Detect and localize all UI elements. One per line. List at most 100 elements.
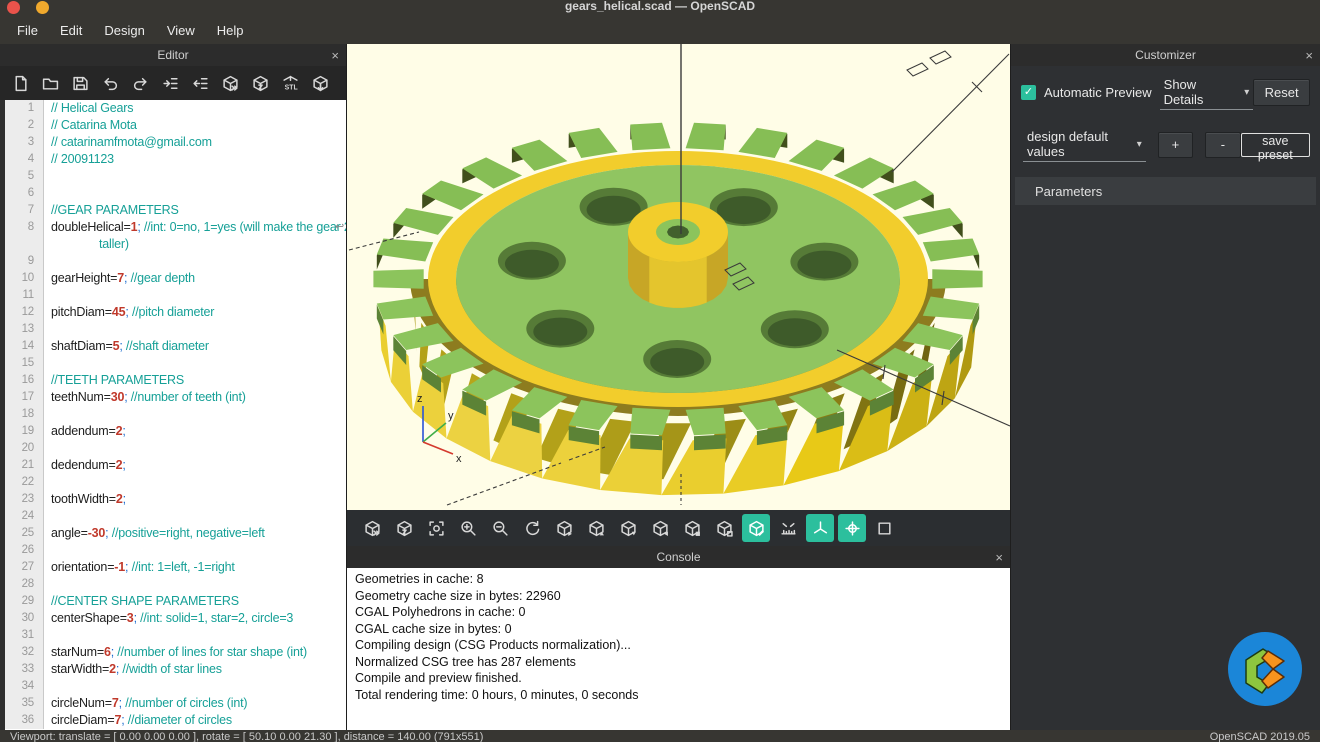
preset-dropdown[interactable]: design default values ▾ (1023, 127, 1146, 162)
code-editor[interactable]: 1// Helical Gears 2// Catarina Mota 3// ca… (0, 100, 346, 730)
code-line[interactable]: 22 (5, 474, 346, 491)
show-axes-icon (813, 520, 827, 533)
checkbox-check-icon: ✓ (1023, 86, 1034, 98)
code-line[interactable]: 11 (5, 287, 346, 304)
code-line[interactable]: taller) (5, 236, 346, 253)
code-line[interactable]: 21 dedendum=2; (5, 457, 346, 474)
line-number: 16 (5, 372, 44, 389)
code-line[interactable]: 26 (5, 542, 346, 559)
code-line[interactable]: 32 starNum=6; //number of lines for star … (5, 644, 346, 661)
code-line[interactable]: 12 pitchDiam=45; //pitch diameter (5, 304, 346, 321)
code-line[interactable]: 23 toothWidth=2; (5, 491, 346, 508)
automatic-preview-checkbox[interactable]: ✓ (1021, 85, 1036, 100)
view-bottom-button[interactable] (614, 514, 642, 542)
zoom-in-icon (460, 520, 476, 536)
parameters-section-header[interactable]: Parameters (1015, 177, 1316, 205)
console-message: Normalized CSG tree has 287 elements (355, 654, 576, 669)
export-stl-button[interactable]: STL (277, 70, 303, 96)
code-line[interactable]: 13 (5, 321, 346, 338)
code-line[interactable]: 29//CENTER SHAPE PARAMETERS (5, 593, 346, 610)
code-line[interactable]: 2// Catarina Mota (5, 117, 346, 134)
menu-file[interactable]: File (6, 19, 49, 42)
menu-help[interactable]: Help (206, 19, 255, 42)
code-line[interactable]: 34 (5, 678, 346, 695)
editor-panel-header[interactable]: Editor × (0, 44, 346, 66)
code-line[interactable]: 27 orientation=-1; //int: 1=left, -1=righ… (5, 559, 346, 576)
send-to-printer-button[interactable] (307, 70, 333, 96)
view-left-button[interactable] (646, 514, 674, 542)
menu-edit[interactable]: Edit (49, 19, 93, 42)
render-button[interactable] (247, 70, 273, 96)
unindent-icon (192, 77, 208, 89)
reset-view-button[interactable] (518, 514, 546, 542)
3d-viewport[interactable]: z y x (347, 44, 1011, 510)
code-line[interactable]: 16//TEETH PARAMETERS (5, 372, 346, 389)
undo-button[interactable] (97, 70, 123, 96)
code-line[interactable]: 20 (5, 440, 346, 457)
indent-icon (162, 77, 178, 89)
code-line[interactable]: 14 shaftDiam=5; //shaft diameter (5, 338, 346, 355)
code-line[interactable]: 7//GEAR PARAMETERS (5, 202, 346, 219)
editor-close-icon[interactable]: × (331, 44, 339, 66)
save-preset-button[interactable]: save preset (1240, 132, 1311, 162)
code-line[interactable]: 28 (5, 576, 346, 593)
chevron-down-icon: ▾ (1244, 86, 1250, 98)
view-back-button[interactable] (710, 514, 738, 542)
orthogonal-view-button[interactable] (870, 514, 898, 542)
code-line[interactable]: 19 addendum=2; (5, 423, 346, 440)
zoom-out-button[interactable] (486, 514, 514, 542)
menu-design[interactable]: Design (93, 19, 155, 42)
code-line[interactable]: 10 gearHeight=7; //gear depth (5, 270, 346, 287)
line-number: 35 (5, 695, 44, 712)
console-output[interactable]: Geometries in cache: 8 Geometry cache siz… (347, 568, 1010, 730)
view-top-icon (588, 520, 604, 536)
unindent-button[interactable] (187, 70, 213, 96)
reset-button[interactable]: Reset (1253, 79, 1310, 106)
view-top-button[interactable] (582, 514, 610, 542)
open-file-button[interactable] (37, 70, 63, 96)
view-front-button[interactable] (678, 514, 706, 542)
code-line[interactable]: 35 circleNum=7; //number of circles (int) (5, 695, 346, 712)
customizer-panel: Customizer × ✓ Automatic Preview Show De… (1010, 44, 1320, 730)
view-all-button[interactable] (422, 514, 450, 542)
new-file-button[interactable] (7, 70, 33, 96)
code-line[interactable]: 9 (5, 253, 346, 270)
code-line[interactable]: 4// 20091123 (5, 151, 346, 168)
preview-button[interactable] (217, 70, 243, 96)
code-line[interactable]: 24 (5, 508, 346, 525)
code-line[interactable]: 17 teethNum=30; //number of teeth (int) (5, 389, 346, 406)
console-panel-header[interactable]: Console × (347, 546, 1010, 568)
code-line[interactable]: 36 circleDiam=7; //diameter of circles (5, 712, 346, 729)
code-line[interactable]: 1// Helical Gears (5, 100, 346, 117)
code-line[interactable]: 5 (5, 168, 346, 185)
code-line[interactable]: 30 centerShape=3; //int: solid=1, star=2,… (5, 610, 346, 627)
code-line[interactable]: 6 (5, 185, 346, 202)
remove-preset-button[interactable]: - (1205, 131, 1241, 158)
show-crosshairs-button[interactable] (838, 514, 866, 542)
code-line[interactable]: 18 (5, 406, 346, 423)
menu-view[interactable]: View (156, 19, 206, 42)
zoom-in-button[interactable] (454, 514, 482, 542)
line-number: 12 (5, 304, 44, 321)
save-file-button[interactable] (67, 70, 93, 96)
preview-button[interactable] (358, 514, 386, 542)
show-edges-button[interactable] (742, 514, 770, 542)
customizer-close-icon[interactable]: × (1305, 44, 1313, 66)
render-button[interactable] (390, 514, 418, 542)
show-scale-markers-button[interactable] (774, 514, 802, 542)
console-close-icon[interactable]: × (995, 546, 1003, 568)
code-line[interactable]: 8 doubleHelical=1; //int: 0=no, 1=yes (wi… (5, 219, 346, 236)
indent-button[interactable] (157, 70, 183, 96)
code-line[interactable]: 31 (5, 627, 346, 644)
viewport-status-text: Viewport: translate = [ 0.00 0.00 0.00 ]… (10, 731, 484, 742)
redo-button[interactable] (127, 70, 153, 96)
code-line[interactable]: 25 angle=-30; //positive=right, negative=… (5, 525, 346, 542)
show-details-dropdown[interactable]: Show Details ▾ (1159, 75, 1254, 110)
code-line[interactable]: 33 starWidth=2; //width of star lines (5, 661, 346, 678)
customizer-panel-header[interactable]: Customizer × (1011, 44, 1320, 66)
view-right-button[interactable] (550, 514, 578, 542)
show-axes-button[interactable] (806, 514, 834, 542)
code-line[interactable]: 3// catarinamfmota@gmail.com (5, 134, 346, 151)
add-preset-button[interactable]: + (1157, 131, 1194, 158)
code-line[interactable]: 15 (5, 355, 346, 372)
